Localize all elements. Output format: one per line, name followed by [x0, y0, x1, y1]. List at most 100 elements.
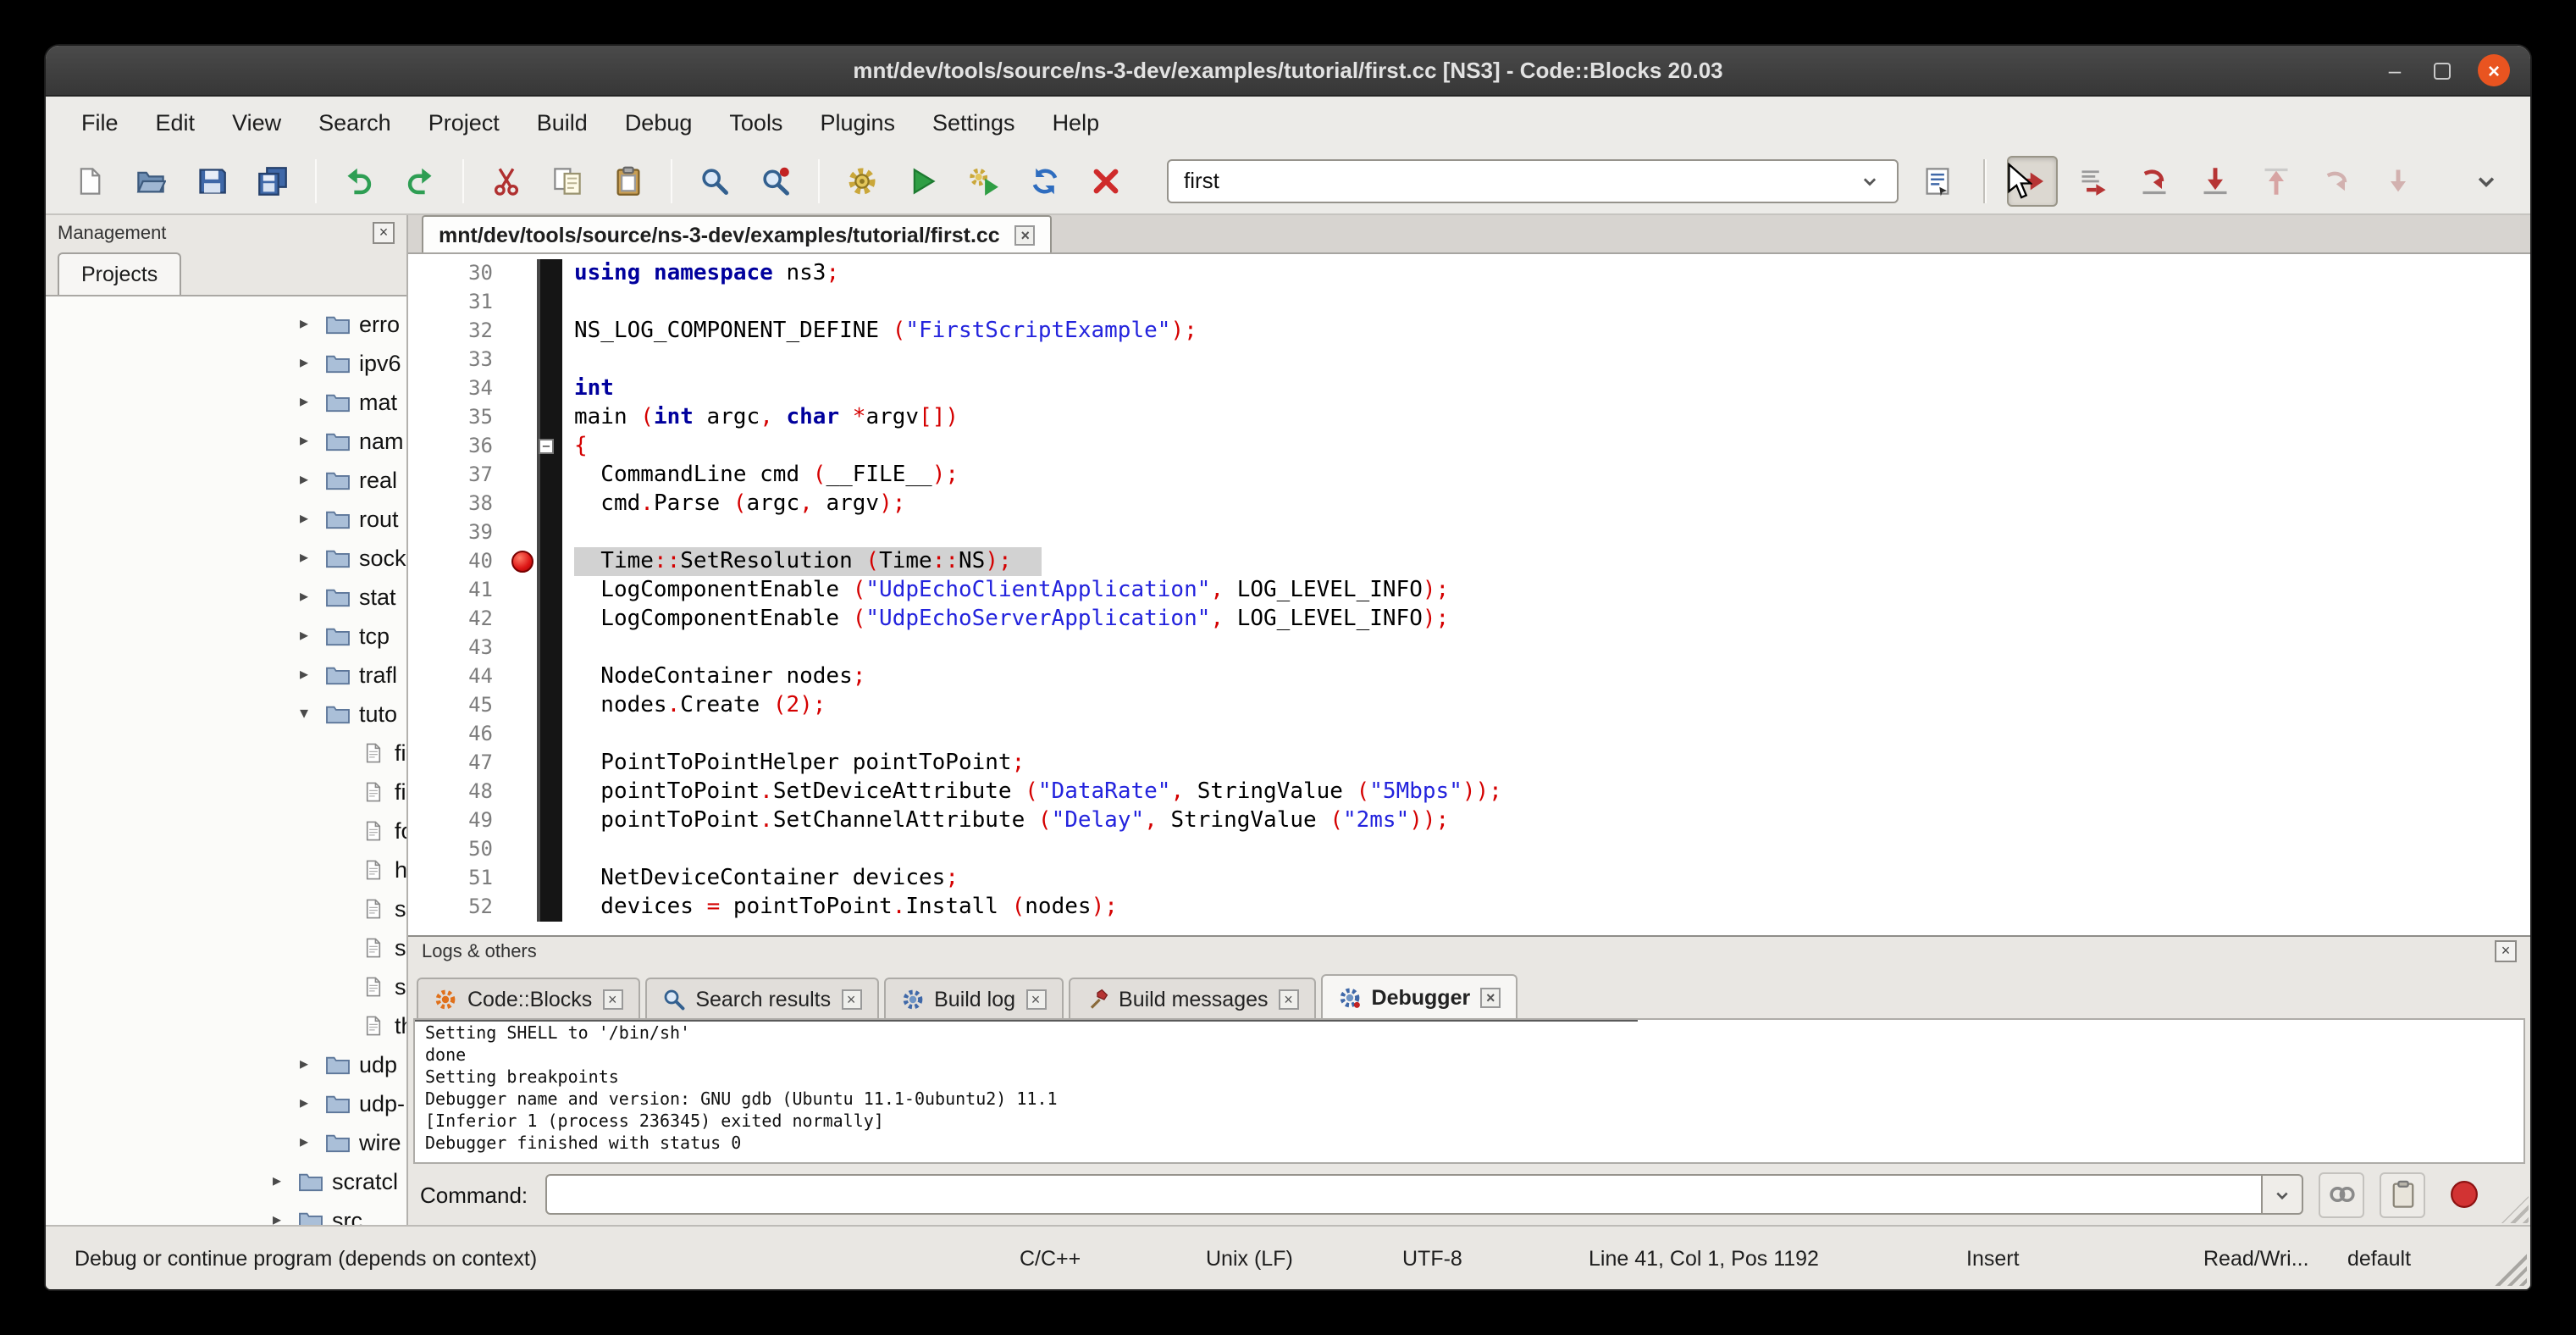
line-number[interactable]: 39: [408, 518, 510, 547]
tree-item-udp-[interactable]: ▸udp-: [46, 1084, 406, 1123]
toolbar-overflow-button[interactable]: [2461, 155, 2512, 206]
line-number[interactable]: 35: [408, 403, 510, 432]
breakpoint-gutter[interactable]: [510, 259, 537, 288]
save-button[interactable]: [186, 155, 237, 206]
menu-tools[interactable]: Tools: [710, 102, 801, 141]
breakpoint-gutter[interactable]: [510, 720, 537, 749]
tree-item-stat[interactable]: ▸stat: [46, 578, 406, 617]
code-text[interactable]: [562, 634, 2530, 662]
breakpoint-gutter[interactable]: [510, 893, 537, 922]
next-instruction-button[interactable]: [2312, 155, 2363, 206]
line-number[interactable]: 50: [408, 835, 510, 864]
tree-item-tcp[interactable]: ▸tcp: [46, 617, 406, 656]
tree-item-udp[interactable]: ▸udp: [46, 1045, 406, 1084]
code-text[interactable]: [562, 346, 2530, 374]
breakpoint-gutter[interactable]: [510, 806, 537, 835]
line-number[interactable]: 37: [408, 461, 510, 490]
breakpoint-gutter[interactable]: [510, 605, 537, 634]
command-history-button[interactable]: [2263, 1174, 2303, 1215]
tree-item-he[interactable]: he: [46, 850, 406, 889]
breakpoint-gutter[interactable]: [510, 374, 537, 403]
breakpoint-gutter[interactable]: [510, 317, 537, 346]
code-text[interactable]: main (int argc, char *argv[]): [562, 403, 2530, 432]
code-line-32[interactable]: 32NS_LOG_COMPONENT_DEFINE ("FirstScriptE…: [408, 317, 2530, 346]
code-line-43[interactable]: 43: [408, 634, 2530, 662]
code-line-50[interactable]: 50: [408, 835, 2530, 864]
paste-button[interactable]: [603, 155, 654, 206]
code-line-37[interactable]: 37 CommandLine cmd (__FILE__);: [408, 461, 2530, 490]
code-text[interactable]: PointToPointHelper pointToPoint;: [562, 749, 2530, 778]
code-line-46[interactable]: 46: [408, 720, 2530, 749]
find-button[interactable]: [689, 155, 740, 206]
chevron-right-icon[interactable]: ▸: [300, 627, 325, 645]
chevron-down-icon[interactable]: [1858, 169, 1882, 192]
code-text[interactable]: pointToPoint.SetChannelAttribute ("Delay…: [562, 806, 2530, 835]
line-number[interactable]: 40: [408, 547, 510, 576]
chevron-right-icon[interactable]: ▸: [273, 1172, 298, 1191]
log-tab-search-results[interactable]: Search results×: [644, 978, 878, 1018]
line-number[interactable]: 34: [408, 374, 510, 403]
code-text[interactable]: NS_LOG_COMPONENT_DEFINE ("FirstScriptExa…: [562, 317, 2530, 346]
code-text[interactable]: [562, 518, 2530, 547]
chevron-right-icon[interactable]: ▸: [300, 1055, 325, 1074]
step-out-button[interactable]: [2251, 155, 2302, 206]
code-text[interactable]: pointToPoint.SetDeviceAttribute ("DataRa…: [562, 778, 2530, 806]
build-target-combo[interactable]: first: [1167, 158, 1899, 202]
tree-item-rout[interactable]: ▸rout: [46, 500, 406, 539]
breakpoint-marker[interactable]: [511, 551, 533, 573]
menu-edit[interactable]: Edit: [137, 102, 214, 141]
chevron-right-icon[interactable]: ▸: [300, 354, 325, 373]
new-file-button[interactable]: [64, 155, 115, 206]
tree-item-tuto[interactable]: ▾tuto: [46, 695, 406, 734]
breakpoint-gutter[interactable]: [510, 346, 537, 374]
close-tab-icon[interactable]: ×: [602, 989, 622, 1009]
close-tab-icon[interactable]: ×: [1015, 224, 1036, 245]
attach-button[interactable]: [2319, 1172, 2364, 1217]
code-text[interactable]: LogComponentEnable ("UdpEchoServerApplic…: [562, 605, 2530, 634]
menu-build[interactable]: Build: [518, 102, 606, 141]
log-tab-code-blocks[interactable]: Code::Blocks×: [417, 978, 639, 1018]
code-line-38[interactable]: 38 cmd.Parse (argc, argv);: [408, 490, 2530, 518]
close-panel-icon[interactable]: ×: [373, 222, 395, 244]
line-number[interactable]: 45: [408, 691, 510, 720]
code-line-48[interactable]: 48 pointToPoint.SetDeviceAttribute ("Dat…: [408, 778, 2530, 806]
command-input[interactable]: [544, 1174, 2263, 1215]
line-number[interactable]: 33: [408, 346, 510, 374]
breakpoint-gutter[interactable]: [510, 432, 537, 461]
tree-item-th[interactable]: th: [46, 1006, 406, 1045]
step-into-button[interactable]: [2190, 155, 2241, 206]
close-tab-icon[interactable]: ×: [1279, 989, 1299, 1009]
code-text[interactable]: Time::SetResolution (Time::NS);: [562, 547, 2530, 576]
breakpoint-gutter[interactable]: [510, 576, 537, 605]
code-line-44[interactable]: 44 NodeContainer nodes;: [408, 662, 2530, 691]
code-text[interactable]: cmd.Parse (argc, argv);: [562, 490, 2530, 518]
window-resize-grip[interactable]: [2493, 1252, 2527, 1286]
code-text[interactable]: LogComponentEnable ("UdpEchoClientApplic…: [562, 576, 2530, 605]
menu-help[interactable]: Help: [1034, 102, 1119, 141]
chevron-right-icon[interactable]: ▸: [300, 666, 325, 684]
menu-plugins[interactable]: Plugins: [801, 102, 914, 141]
menu-settings[interactable]: Settings: [914, 102, 1034, 141]
chevron-right-icon[interactable]: ▸: [300, 432, 325, 451]
log-tab-debugger[interactable]: Debugger×: [1321, 974, 1518, 1018]
close-tab-icon[interactable]: ×: [1480, 987, 1501, 1007]
tree-item-fir[interactable]: fir: [46, 773, 406, 812]
code-line-36[interactable]: −36{: [408, 432, 2530, 461]
maximize-button[interactable]: [2434, 62, 2451, 79]
code-text[interactable]: CommandLine cmd (__FILE__);: [562, 461, 2530, 490]
code-text[interactable]: nodes.Create (2);: [562, 691, 2530, 720]
code-line-47[interactable]: 47 PointToPointHelper pointToPoint;: [408, 749, 2530, 778]
breakpoint-gutter[interactable]: [510, 288, 537, 317]
code-text[interactable]: [562, 720, 2530, 749]
code-line-51[interactable]: 51 NetDeviceContainer devices;: [408, 864, 2530, 893]
line-number[interactable]: 51: [408, 864, 510, 893]
line-number[interactable]: 44: [408, 662, 510, 691]
code-editor[interactable]: 30using namespace ns3;3132NS_LOG_COMPONE…: [408, 254, 2530, 935]
tree-item-ipv6[interactable]: ▸ipv6: [46, 344, 406, 383]
tab-projects[interactable]: Projects: [58, 252, 181, 295]
tree-item-mat[interactable]: ▸mat: [46, 383, 406, 422]
line-number[interactable]: 49: [408, 806, 510, 835]
abort-button[interactable]: [1081, 155, 1131, 206]
title-bar[interactable]: mnt/dev/tools/source/ns-3-dev/examples/t…: [46, 46, 2530, 97]
tree-item-se[interactable]: se: [46, 928, 406, 967]
